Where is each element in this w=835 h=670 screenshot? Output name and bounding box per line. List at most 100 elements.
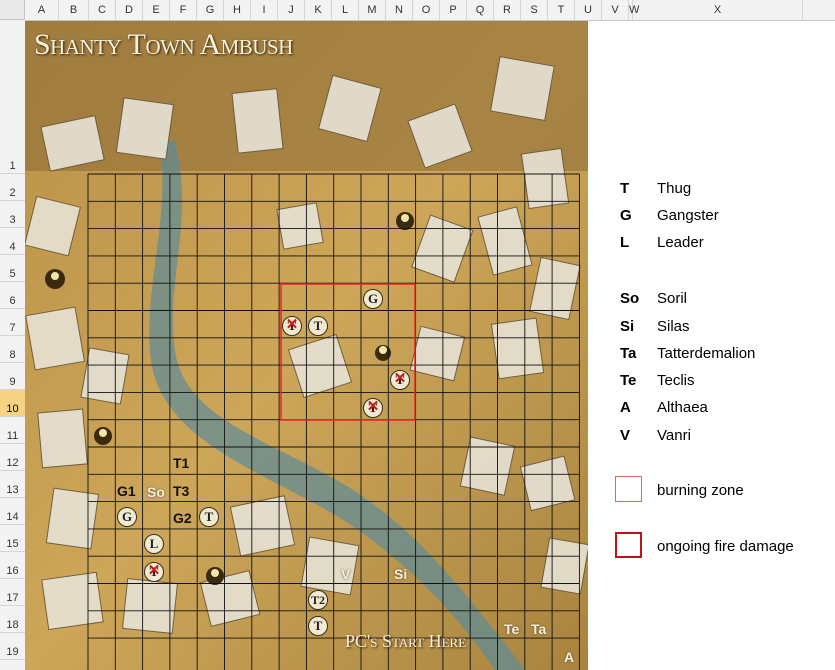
corner-label: A bbox=[564, 649, 575, 665]
column-header[interactable]: J bbox=[278, 0, 305, 20]
column-header[interactable]: K bbox=[305, 0, 332, 20]
legend-key: Te bbox=[620, 372, 637, 389]
row-header[interactable]: 11 bbox=[0, 417, 25, 444]
thug-token[interactable]: T bbox=[199, 507, 219, 527]
zone-label: burning zone bbox=[657, 482, 744, 499]
column-header[interactable]: L bbox=[332, 0, 359, 20]
label-g2: G2 bbox=[173, 510, 192, 526]
zone-label: ongoing fire damage bbox=[657, 538, 794, 555]
legend-value: Gangster bbox=[657, 207, 719, 224]
row-header[interactable]: 13 bbox=[0, 471, 25, 498]
token-letter: T bbox=[204, 509, 214, 524]
burning-zone-swatch bbox=[615, 476, 642, 502]
map-artwork bbox=[25, 21, 588, 670]
legend-key: Ta bbox=[620, 345, 637, 362]
thug-token-t2[interactable]: T2 bbox=[308, 590, 328, 610]
column-header-bar: ABCDEFGHIJKLMNOPQRSTUVWX bbox=[0, 0, 835, 21]
row-header[interactable]: 18 bbox=[0, 606, 25, 633]
label-te: Te bbox=[504, 621, 520, 637]
thug-token-defeated[interactable]: T ✕ bbox=[282, 316, 302, 336]
column-header[interactable]: D bbox=[116, 0, 143, 20]
leader-token[interactable]: L bbox=[144, 534, 164, 554]
legend-key: T bbox=[620, 180, 630, 197]
column-header[interactable]: S bbox=[521, 0, 548, 20]
start-label: PC's Start Here bbox=[345, 631, 467, 651]
column-header[interactable]: X bbox=[633, 0, 803, 20]
column-header[interactable]: G bbox=[197, 0, 224, 20]
legend-value: Soril bbox=[657, 290, 688, 307]
legend-key: Si bbox=[620, 318, 635, 335]
defeated-x-icon: ✕ bbox=[393, 370, 407, 387]
label-ta: Ta bbox=[531, 621, 547, 637]
column-header[interactable]: T bbox=[548, 0, 575, 20]
thug-token-defeated[interactable]: T ✕ bbox=[390, 370, 410, 390]
column-header[interactable]: B bbox=[59, 0, 89, 20]
battle-map: Shanty Town Ambush PC's Start Here A T1 … bbox=[25, 21, 588, 670]
column-header[interactable]: I bbox=[251, 0, 278, 20]
label-t1: T1 bbox=[173, 455, 190, 471]
thug-token-defeated[interactable]: T ✕ bbox=[144, 562, 164, 582]
legend-key: L bbox=[620, 234, 630, 251]
column-header[interactable]: U bbox=[575, 0, 602, 20]
legend-value: Teclis bbox=[657, 372, 695, 389]
column-header[interactable]: H bbox=[224, 0, 251, 20]
legend-key: G bbox=[620, 207, 632, 224]
column-header[interactable]: Q bbox=[467, 0, 494, 20]
row-header[interactable]: 8 bbox=[0, 336, 25, 363]
map-title: Shanty Town Ambush bbox=[34, 28, 293, 61]
thug-token[interactable]: T bbox=[308, 316, 328, 336]
label-g1: G1 bbox=[117, 483, 136, 499]
column-header[interactable]: E bbox=[143, 0, 170, 20]
gangster-token[interactable]: G bbox=[117, 507, 137, 527]
column-header[interactable]: V bbox=[602, 0, 629, 20]
label-t3: T3 bbox=[173, 483, 190, 499]
defeated-x-icon: ✕ bbox=[285, 316, 299, 333]
token-letter: T bbox=[313, 618, 323, 633]
thug-token[interactable]: T bbox=[308, 616, 328, 636]
select-all-corner[interactable] bbox=[0, 0, 25, 20]
legend-key: A bbox=[620, 399, 631, 416]
row-header-bar: 1 2 3 4 5 6 7 8 9 10 11 12 13 14 15 16 17 18 19 bbox=[0, 20, 26, 670]
row-header[interactable]: 4 bbox=[0, 228, 25, 255]
row-header[interactable]: 14 bbox=[0, 498, 25, 525]
column-header[interactable]: M bbox=[359, 0, 386, 20]
row-header[interactable]: 6 bbox=[0, 282, 25, 309]
row-header[interactable]: 19 bbox=[0, 633, 25, 660]
row-header[interactable]: 16 bbox=[0, 552, 25, 579]
row-header[interactable]: 15 bbox=[0, 525, 25, 552]
defeated-x-icon: ✕ bbox=[147, 562, 161, 579]
row-header[interactable]: 1 bbox=[0, 20, 25, 174]
token-letter: L bbox=[149, 536, 159, 551]
column-header[interactable]: R bbox=[494, 0, 521, 20]
column-header[interactable]: N bbox=[386, 0, 413, 20]
row-header[interactable]: 12 bbox=[0, 444, 25, 471]
row-header[interactable]: 7 bbox=[0, 309, 25, 336]
token-letter: T bbox=[313, 318, 323, 333]
thug-token-defeated[interactable]: T ✕ bbox=[363, 398, 383, 418]
gangster-token[interactable]: G bbox=[363, 289, 383, 309]
legend-value: Leader bbox=[657, 234, 704, 251]
legend-value: Silas bbox=[657, 318, 690, 335]
column-header[interactable]: P bbox=[440, 0, 467, 20]
column-header[interactable]: O bbox=[413, 0, 440, 20]
token-letter: G bbox=[121, 509, 133, 524]
token-letter: G bbox=[367, 291, 379, 306]
legend-key: So bbox=[620, 290, 640, 307]
row-header[interactable]: 9 bbox=[0, 363, 25, 390]
ongoing-fire-swatch bbox=[615, 532, 642, 558]
column-header[interactable]: A bbox=[25, 0, 59, 20]
legend-key: V bbox=[620, 427, 631, 444]
row-header[interactable]: 5 bbox=[0, 255, 25, 282]
label-v: V bbox=[341, 566, 351, 582]
row-header[interactable]: 10 bbox=[0, 390, 25, 417]
legend-value: Thug bbox=[657, 180, 692, 197]
legend-value: Althaea bbox=[657, 399, 708, 416]
row-header[interactable]: 3 bbox=[0, 201, 25, 228]
legend-value: Vanri bbox=[657, 427, 691, 444]
column-header[interactable]: F bbox=[170, 0, 197, 20]
row-header[interactable]: 17 bbox=[0, 579, 25, 606]
row-header[interactable]: 2 bbox=[0, 174, 25, 201]
defeated-x-icon: ✕ bbox=[366, 398, 380, 415]
token-letter: T2 bbox=[310, 593, 325, 607]
column-header[interactable]: C bbox=[89, 0, 116, 20]
